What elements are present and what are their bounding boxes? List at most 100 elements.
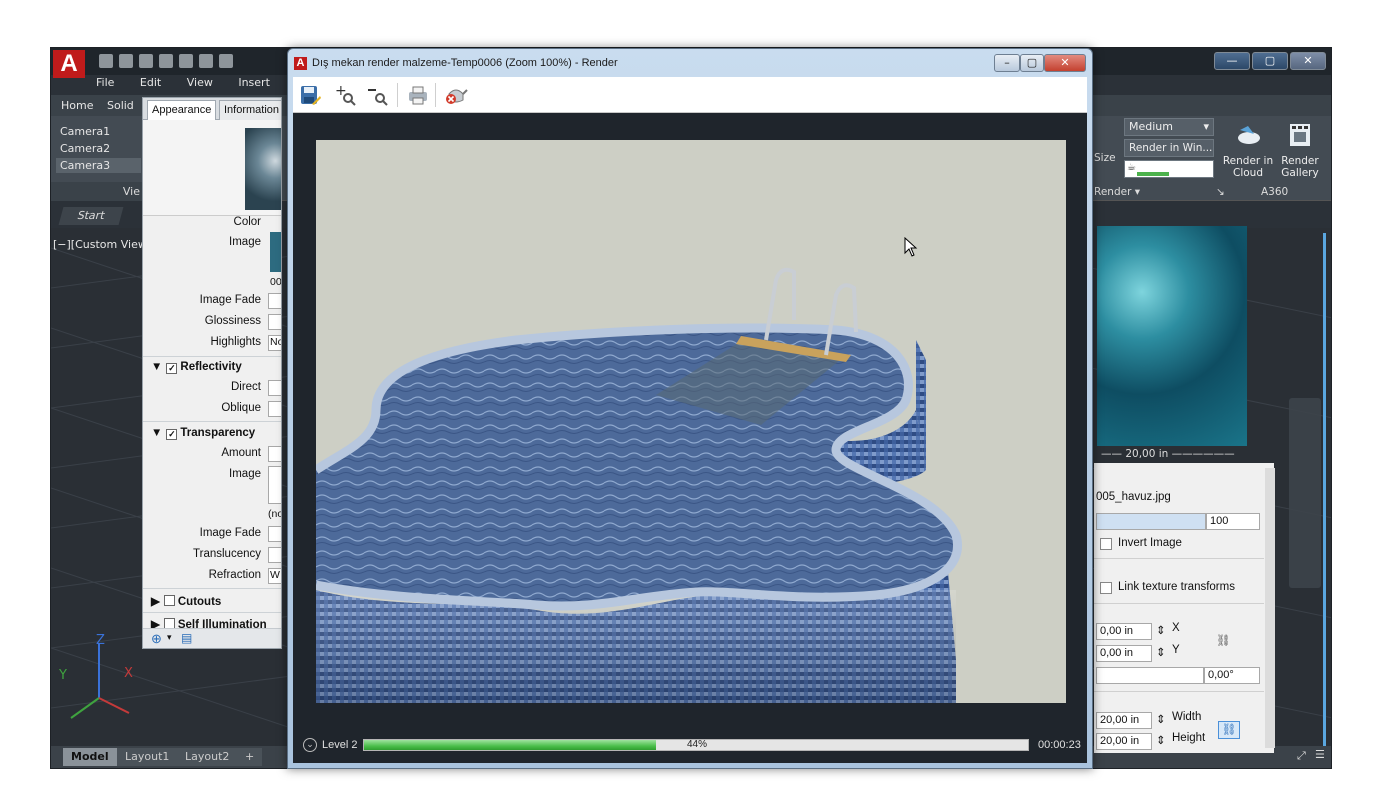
lock-aspect-icon[interactable]: ⛓ [1218,721,1240,739]
tab-layout1[interactable]: Layout1 [117,748,178,766]
render-window-controls: – ▢ ✕ [994,54,1086,72]
menu-view[interactable]: View [187,76,213,89]
link-texture-checkbox[interactable] [1100,582,1112,594]
amount-slider[interactable] [268,446,281,462]
save-as-icon[interactable] [159,54,173,68]
chevron-down-icon[interactable]: ▾ [167,632,172,643]
image-fade-slider[interactable] [268,293,281,309]
render-in-cloud-button[interactable]: Render in Cloud [1219,122,1277,179]
reflectivity-checkbox[interactable]: ✓ [166,363,178,374]
brightness-input[interactable]: 100 [1206,513,1260,530]
offset-y-input[interactable]: 0,00 in [1096,645,1152,662]
render-window-title-bar[interactable]: A Dış mekan render malzeme-Temp0006 (Zoo… [288,49,1092,77]
teapot-icon: ☕ [1127,162,1136,173]
print-icon[interactable] [405,83,431,107]
zoom-out-icon[interactable] [365,83,391,107]
texture-dimension: —— 20,00 in —————— [1101,448,1235,460]
rendered-image[interactable] [316,140,1066,703]
material-editor-footer: ⊕ ▾ ▤ [143,628,281,648]
offset-x-spinner[interactable]: ⇕ [1156,623,1166,637]
cutouts-section-header[interactable]: ▶ Cutouts [151,594,221,608]
maximize-button[interactable]: ▢ [1252,52,1288,70]
highlights-dropdown[interactable]: No [268,335,281,351]
render-panel-title[interactable]: Render ▾ [1094,186,1140,198]
tab-solid[interactable]: Solid [107,99,134,112]
render-panel-footer: Render ▾ ↘ A360 [1094,183,1324,201]
refraction-dropdown[interactable]: W [268,568,281,584]
close-button[interactable]: ✕ [1044,54,1086,72]
glossiness-slider[interactable] [268,314,281,330]
tab-home[interactable]: Home [61,99,93,112]
offset-y-spinner[interactable]: ⇕ [1156,645,1166,659]
camera-item[interactable]: Camera2 [56,141,141,156]
image-thumbnail[interactable] [270,232,281,272]
menu-edit[interactable]: Edit [140,76,161,89]
customize-menu-icon[interactable]: ☰ [1315,748,1325,761]
reflectivity-section-header[interactable]: ▼ ✓ Reflectivity [151,361,242,374]
image-label: Image [229,236,261,248]
rotation-input[interactable]: 0,00° [1204,667,1260,684]
navigation-bar[interactable] [1289,398,1321,588]
tab-layout2[interactable]: Layout2 [177,748,238,766]
tab-start[interactable]: Start [58,207,124,225]
brightness-slider[interactable] [1096,513,1206,530]
camera-item[interactable]: Camera1 [56,124,141,139]
save-render-icon[interactable] [297,83,323,107]
menu-file[interactable]: File [96,76,114,89]
material-preview-swatch[interactable] [245,128,281,210]
transparency-checkbox[interactable]: ✓ [166,429,178,440]
width-label: Width [1172,711,1202,723]
viewport-label[interactable]: [−][Custom View] [53,238,151,251]
tab-appearance[interactable]: Appearance [147,100,217,120]
link-chain-icon[interactable]: ⛓ [1216,633,1231,647]
redo-icon[interactable] [219,54,233,68]
oblique-slider[interactable] [268,401,281,417]
tab-model[interactable]: Model [63,748,117,766]
link-texture-label: Link texture transforms [1118,581,1235,593]
minimize-button[interactable]: — [1214,52,1250,70]
properties-scrollbar[interactable] [1265,468,1275,748]
save-icon[interactable] [139,54,153,68]
material-browser-icon[interactable]: ▤ [181,631,192,645]
image-filename-partial: 005 [270,276,282,288]
image-fade-2-slider[interactable] [268,526,281,542]
rotation-slider[interactable] [1096,667,1204,684]
invert-image-checkbox[interactable] [1100,538,1112,550]
render-quality-dropdown[interactable]: Medium ▾ [1124,118,1214,136]
maximize-button[interactable]: ▢ [1020,54,1044,72]
close-button[interactable]: ✕ [1290,52,1326,70]
expand-level-icon[interactable]: ⌄ [303,738,317,752]
menu-insert[interactable]: Insert [238,76,270,89]
ribbon-footer-view[interactable]: Vie [51,182,146,201]
minimize-button[interactable]: – [994,54,1020,72]
reflectivity-title: Reflectivity [180,361,242,373]
width-input[interactable]: 20,00 in [1096,712,1152,729]
direct-label: Direct [230,381,261,393]
translucency-slider[interactable] [268,547,281,563]
autocad-logo-button[interactable]: A [53,50,85,78]
cancel-render-icon[interactable] [443,83,469,107]
transparency-section-header[interactable]: ▼ ✓ Transparency [151,427,255,440]
render-gallery-button[interactable]: Render Gallery [1277,122,1323,179]
tab-information[interactable]: Information [219,100,281,120]
create-material-icon[interactable]: ⊕ [151,631,162,647]
width-spinner[interactable]: ⇕ [1156,712,1166,726]
render-size-label: Size [1094,152,1116,164]
plot-icon[interactable] [179,54,193,68]
maximize-viewport-icon[interactable]: ⤢ [1297,749,1306,763]
render-destination-dropdown[interactable]: Render in Win...▾ [1124,139,1214,170]
panel-launcher-icon[interactable]: ↘ [1216,183,1225,201]
transparency-image-slot[interactable] [268,466,281,504]
add-layout-button[interactable]: + [237,748,263,766]
height-spinner[interactable]: ⇕ [1156,733,1166,747]
undo-icon[interactable] [199,54,213,68]
new-file-icon[interactable] [99,54,113,68]
camera-item-selected[interactable]: Camera3 [56,158,141,173]
cutouts-checkbox[interactable] [163,595,175,606]
offset-x-input[interactable]: 0,00 in [1096,623,1152,640]
zoom-in-icon[interactable]: + [333,83,359,107]
direct-slider[interactable] [268,380,281,396]
open-file-icon[interactable] [119,54,133,68]
oblique-label: Oblique [221,402,261,414]
height-input[interactable]: 20,00 in [1096,733,1152,750]
